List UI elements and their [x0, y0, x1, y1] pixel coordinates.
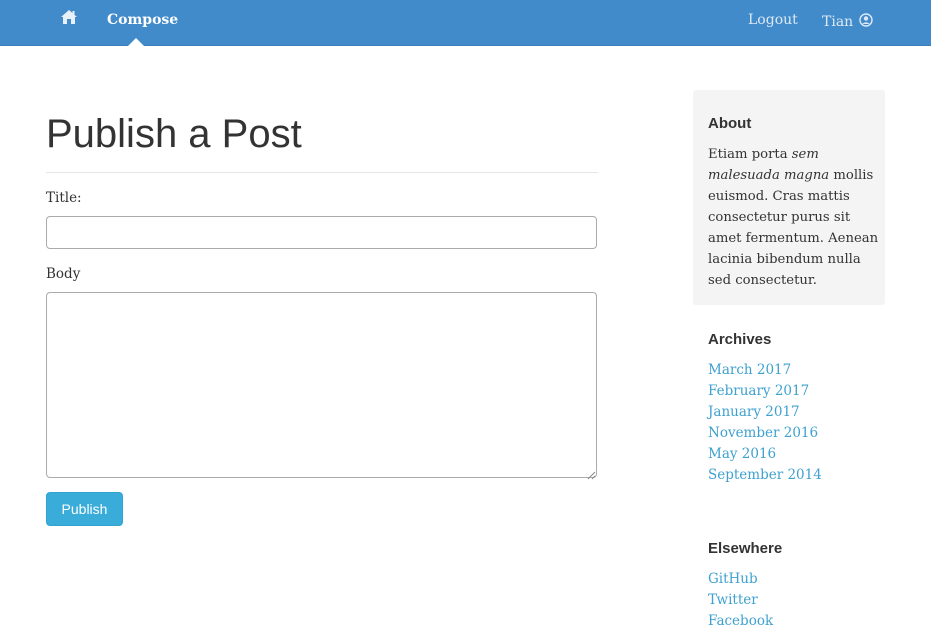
resize-grip-icon[interactable] — [586, 465, 596, 480]
nav-compose-link[interactable]: Compose — [107, 12, 178, 28]
publish-button[interactable]: Publish — [46, 492, 123, 526]
page-title: Publish a Post — [46, 112, 302, 156]
about-text: Etiam porta sem malesuada magna mollis e… — [708, 144, 880, 291]
archives-heading: Archives — [708, 331, 772, 348]
about-text-end: mollis euismod. Cras mattis consectetur … — [708, 168, 879, 288]
about-text-start: Etiam porta — [708, 147, 792, 162]
archive-link[interactable]: May 2016 — [708, 444, 822, 465]
body-field-label: Body — [46, 266, 81, 282]
body-textarea[interactable] — [46, 292, 597, 478]
user-circle-icon — [859, 12, 873, 31]
facebook-link[interactable]: Facebook — [708, 611, 773, 632]
archive-link[interactable]: January 2017 — [708, 402, 822, 423]
title-divider — [46, 172, 598, 173]
github-link[interactable]: GitHub — [708, 569, 773, 590]
nav-logout-link[interactable]: Logout — [748, 12, 798, 28]
about-heading: About — [708, 115, 752, 132]
active-nav-indicator — [128, 38, 144, 46]
elsewhere-list: GitHub Twitter Facebook — [708, 569, 773, 632]
top-navbar: Compose Logout Tian — [0, 0, 931, 46]
title-input[interactable] — [46, 216, 597, 249]
elsewhere-heading: Elsewhere — [708, 540, 783, 557]
archives-list: March 2017 February 2017 January 2017 No… — [708, 360, 822, 486]
archive-link[interactable]: September 2014 — [708, 465, 822, 486]
archive-link[interactable]: November 2016 — [708, 423, 822, 444]
home-icon[interactable] — [60, 9, 78, 25]
archive-link[interactable]: March 2017 — [708, 360, 822, 381]
archive-link[interactable]: February 2017 — [708, 381, 822, 402]
nav-user-menu[interactable]: Tian — [822, 12, 873, 31]
user-name: Tian — [822, 13, 854, 30]
title-field-label: Title: — [46, 190, 82, 206]
twitter-link[interactable]: Twitter — [708, 590, 773, 611]
